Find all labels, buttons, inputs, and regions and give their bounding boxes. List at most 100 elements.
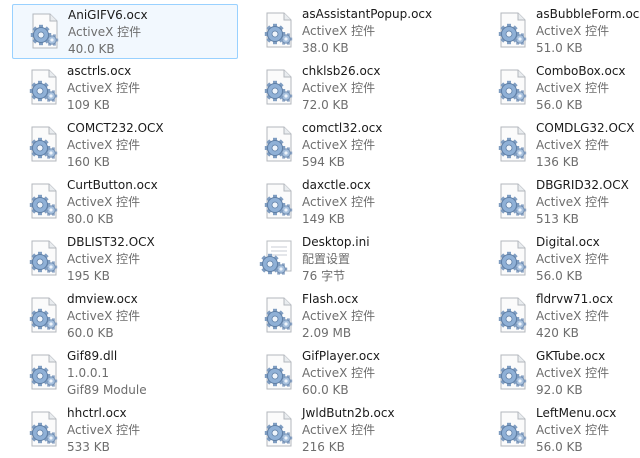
file-size: 420 KB bbox=[536, 326, 579, 340]
file-type: ActiveX 控件 bbox=[67, 252, 141, 266]
file-details: Gif89.dll 1.0.0.1 Gif89 Module bbox=[67, 348, 236, 399]
file-tile[interactable]: COMDLG32.OCX ActiveX 控件 136 KB bbox=[481, 118, 640, 173]
file-tile-view: AniGIFV6.ocx ActiveX 控件 40.0 KB asAssistant… bbox=[0, 0, 640, 456]
file-tile[interactable]: AniGIFV6.ocx ActiveX 控件 40.0 KB bbox=[12, 4, 238, 59]
ini-settings-file-icon bbox=[258, 238, 298, 280]
file-type: 1.0.0.1 bbox=[67, 366, 109, 380]
ocx-file-icon bbox=[492, 238, 532, 280]
ocx-file-icon bbox=[492, 124, 532, 166]
ocx-file-icon bbox=[23, 67, 63, 109]
file-tile[interactable]: daxctle.ocx ActiveX 控件 149 KB bbox=[247, 175, 473, 230]
file-name: Flash.ocx bbox=[302, 292, 359, 306]
ocx-file-icon bbox=[258, 181, 298, 223]
file-name: GKTube.ocx bbox=[536, 349, 606, 363]
file-name: AniGIFV6.ocx bbox=[68, 8, 148, 22]
file-details: COMDLG32.OCX ActiveX 控件 136 KB bbox=[536, 120, 640, 171]
file-tile[interactable]: fldrvw71.ocx ActiveX 控件 420 KB bbox=[481, 289, 640, 344]
file-type: ActiveX 控件 bbox=[536, 195, 610, 209]
file-details: LeftMenu.ocx ActiveX 控件 56.0 KB bbox=[536, 405, 640, 456]
file-tile[interactable]: GifPlayer.ocx ActiveX 控件 60.0 KB bbox=[247, 346, 473, 401]
ocx-file-icon bbox=[258, 352, 298, 394]
file-details: asAssistantPopup.ocx ActiveX 控件 38.0 KB bbox=[302, 6, 471, 57]
file-size: Gif89 Module bbox=[67, 383, 147, 397]
file-tile[interactable]: chklsb26.ocx ActiveX 控件 72.0 KB bbox=[247, 61, 473, 116]
file-size: 160 KB bbox=[67, 155, 110, 169]
file-size: 56.0 KB bbox=[536, 98, 583, 112]
file-tile[interactable]: COMCT232.OCX ActiveX 控件 160 KB bbox=[12, 118, 238, 173]
file-size: 38.0 KB bbox=[302, 41, 349, 55]
file-details: Digital.ocx ActiveX 控件 56.0 KB bbox=[536, 234, 640, 285]
file-type: ActiveX 控件 bbox=[67, 309, 141, 323]
file-tile[interactable]: DBLIST32.OCX ActiveX 控件 195 KB bbox=[12, 232, 238, 287]
file-tile[interactable]: GKTube.ocx ActiveX 控件 92.0 KB bbox=[481, 346, 640, 401]
file-tile[interactable]: hhctrl.ocx ActiveX 控件 533 KB bbox=[12, 403, 238, 458]
file-type: ActiveX 控件 bbox=[536, 252, 610, 266]
file-details: comctl32.ocx ActiveX 控件 594 KB bbox=[302, 120, 471, 171]
file-size: 51.0 KB bbox=[536, 41, 583, 55]
file-size: 40.0 KB bbox=[68, 42, 115, 56]
file-type: ActiveX 控件 bbox=[302, 309, 376, 323]
file-details: asctrls.ocx ActiveX 控件 109 KB bbox=[67, 63, 236, 114]
file-tile[interactable]: DBGRID32.OCX ActiveX 控件 513 KB bbox=[481, 175, 640, 230]
file-name: Desktop.ini bbox=[302, 235, 370, 249]
file-details: Desktop.ini 配置设置 76 字节 bbox=[302, 234, 471, 285]
file-size: 56.0 KB bbox=[536, 269, 583, 283]
file-size: 80.0 KB bbox=[67, 212, 114, 226]
file-tile[interactable]: Gif89.dll 1.0.0.1 Gif89 Module bbox=[12, 346, 238, 401]
file-type: ActiveX 控件 bbox=[302, 81, 376, 95]
file-name: ComboBox.ocx bbox=[536, 64, 626, 78]
ocx-file-icon bbox=[492, 10, 532, 52]
file-size: 60.0 KB bbox=[67, 326, 114, 340]
file-size: 533 KB bbox=[67, 440, 110, 454]
file-tile[interactable]: ComboBox.ocx ActiveX 控件 56.0 KB bbox=[481, 61, 640, 116]
ocx-file-icon bbox=[492, 352, 532, 394]
file-tile[interactable]: asctrls.ocx ActiveX 控件 109 KB bbox=[12, 61, 238, 116]
file-type: ActiveX 控件 bbox=[536, 24, 610, 38]
file-tile[interactable]: JwldButn2b.ocx ActiveX 控件 216 KB bbox=[247, 403, 473, 458]
file-name: asctrls.ocx bbox=[67, 64, 132, 78]
file-size: 594 KB bbox=[302, 155, 345, 169]
ocx-file-icon bbox=[23, 181, 63, 223]
file-tile[interactable]: Digital.ocx ActiveX 控件 56.0 KB bbox=[481, 232, 640, 287]
file-tile[interactable]: asBubbleForm.ocx ActiveX 控件 51.0 KB bbox=[481, 4, 640, 59]
file-name: chklsb26.ocx bbox=[302, 64, 381, 78]
file-tile[interactable]: CurtButton.ocx ActiveX 控件 80.0 KB bbox=[12, 175, 238, 230]
file-type: ActiveX 控件 bbox=[536, 309, 610, 323]
file-size: 109 KB bbox=[67, 98, 110, 112]
file-tile[interactable]: Flash.ocx ActiveX 控件 2.09 MB bbox=[247, 289, 473, 344]
dll-file-icon bbox=[23, 352, 63, 394]
file-type: ActiveX 控件 bbox=[536, 138, 610, 152]
file-type: ActiveX 控件 bbox=[302, 195, 376, 209]
file-name: Gif89.dll bbox=[67, 349, 118, 363]
file-size: 56.0 KB bbox=[536, 440, 583, 454]
file-type: ActiveX 控件 bbox=[302, 423, 376, 437]
file-type: ActiveX 控件 bbox=[67, 81, 141, 95]
file-name: Digital.ocx bbox=[536, 235, 600, 249]
file-name: COMCT232.OCX bbox=[67, 121, 164, 135]
file-size: 2.09 MB bbox=[302, 326, 352, 340]
file-name: CurtButton.ocx bbox=[67, 178, 158, 192]
ocx-file-icon bbox=[24, 11, 64, 53]
ocx-file-icon bbox=[258, 295, 298, 337]
file-type: ActiveX 控件 bbox=[302, 24, 376, 38]
file-name: GifPlayer.ocx bbox=[302, 349, 380, 363]
file-tile[interactable]: Desktop.ini 配置设置 76 字节 bbox=[247, 232, 473, 287]
file-tile[interactable]: dmview.ocx ActiveX 控件 60.0 KB bbox=[12, 289, 238, 344]
ocx-file-icon bbox=[492, 409, 532, 451]
file-details: ComboBox.ocx ActiveX 控件 56.0 KB bbox=[536, 63, 640, 114]
file-details: dmview.ocx ActiveX 控件 60.0 KB bbox=[67, 291, 236, 342]
file-name: LeftMenu.ocx bbox=[536, 406, 617, 420]
file-name: asAssistantPopup.ocx bbox=[302, 7, 433, 21]
file-size: 136 KB bbox=[536, 155, 579, 169]
file-details: GKTube.ocx ActiveX 控件 92.0 KB bbox=[536, 348, 640, 399]
file-details: GifPlayer.ocx ActiveX 控件 60.0 KB bbox=[302, 348, 471, 399]
file-type: ActiveX 控件 bbox=[67, 423, 141, 437]
file-tile[interactable]: asAssistantPopup.ocx ActiveX 控件 38.0 KB bbox=[247, 4, 473, 59]
file-type: 配置设置 bbox=[302, 252, 351, 266]
ocx-file-icon bbox=[492, 181, 532, 223]
file-tile[interactable]: LeftMenu.ocx ActiveX 控件 56.0 KB bbox=[481, 403, 640, 458]
file-tile[interactable]: comctl32.ocx ActiveX 控件 594 KB bbox=[247, 118, 473, 173]
file-details: daxctle.ocx ActiveX 控件 149 KB bbox=[302, 177, 471, 228]
ocx-file-icon bbox=[258, 67, 298, 109]
file-size: 92.0 KB bbox=[536, 383, 583, 397]
